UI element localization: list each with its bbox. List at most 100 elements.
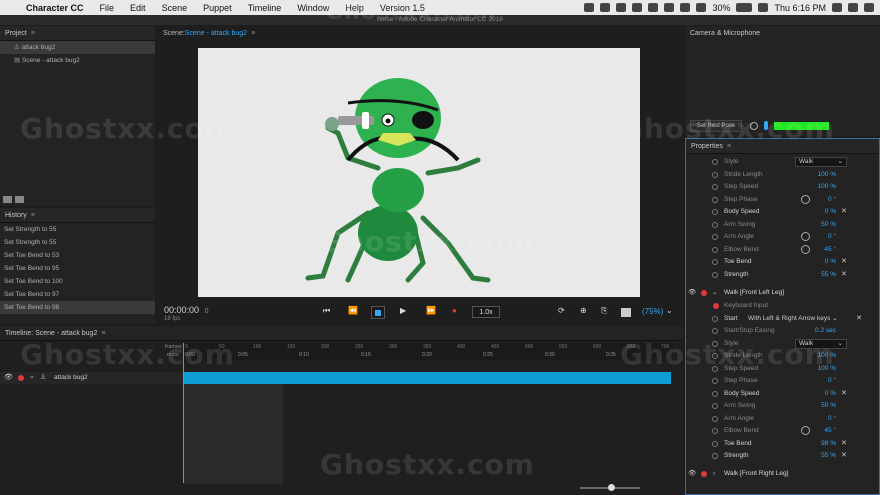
history-item[interactable]: Set Strength to 55 [0,236,155,249]
keyframe-toggle-icon[interactable] [712,259,718,265]
export-icon[interactable]: ⎘ [601,306,607,316]
prop-value[interactable]: 98 % [776,438,836,450]
project-panel-title[interactable]: Project ≡ [0,26,155,41]
stop-button[interactable] [371,306,385,319]
prop-value[interactable]: 55 % [776,269,836,281]
playback-speed[interactable]: 1.0x [472,306,500,318]
panel-menu-icon[interactable]: ≡ [31,212,35,219]
new-scene-icon[interactable] [3,196,12,203]
keyframe-toggle-icon[interactable] [712,209,718,215]
behavior-walk-front-left[interactable]: 👁 ⌄ Walk [Front Left Leg] [686,287,876,300]
prop-value[interactable]: 0 ° [776,194,836,206]
eye-icon[interactable]: 👁 [4,373,13,381]
close-icon[interactable]: ✕ [841,206,847,218]
zoom-dropdown-icon[interactable]: ⌄ [666,306,673,315]
prop-value[interactable]: 45 ° [776,425,836,437]
history-item[interactable]: Set Strength to 55 [0,223,155,236]
keyframe-toggle-icon[interactable] [712,159,718,165]
close-icon[interactable]: ✕ [841,256,847,268]
keyframe-toggle-icon[interactable] [712,221,718,228]
keyframe-toggle-icon[interactable] [712,378,718,384]
step-back-button[interactable]: ⏪ [348,306,358,315]
keyframe-toggle-icon[interactable] [712,415,718,422]
keyframe-toggle-icon[interactable] [712,271,718,278]
screenflow-icon[interactable] [648,3,659,12]
record-arm-icon[interactable] [701,290,707,296]
keyframe-toggle-icon[interactable] [712,390,718,397]
zoom-slider[interactable] [580,484,640,491]
close-icon[interactable]: ✕ [841,388,847,400]
close-icon[interactable]: ✕ [841,269,847,281]
prop-value[interactable]: 100 % [776,363,836,375]
keyframe-toggle-icon[interactable] [712,340,718,347]
prop-value[interactable]: 0 % [776,256,836,268]
prop-value[interactable]: 0 ° [776,375,836,387]
properties-panel-title[interactable]: Properties ≡ [686,139,879,154]
keyframe-toggle-icon[interactable] [712,365,718,372]
clock[interactable]: Thu 6:16 PM [774,3,826,13]
playhead[interactable] [183,343,184,483]
history-item[interactable]: Set Toe Bend to 100 [0,275,155,288]
prop-value[interactable]: 0 % [776,206,836,218]
track-row[interactable]: 👁 ⌄ ♙ attack bug2 [0,372,183,384]
creative-cloud-icon[interactable] [632,3,643,12]
go-to-start-button[interactable]: ⏮ [323,306,330,316]
prop-value[interactable]: 0 ° [776,231,836,243]
sync-icon[interactable]: ⊕ [580,306,587,315]
style-dropdown-2[interactable]: Walk ⌄ [795,338,847,349]
eye-icon[interactable]: 👁 [688,468,696,480]
keyframe-toggle-icon[interactable] [712,315,718,322]
keyframe-toggle-icon[interactable] [712,428,718,434]
prop-value[interactable]: 0.2 sec [776,325,836,337]
close-icon[interactable]: ✕ [841,438,847,450]
keyframe-toggle-icon[interactable] [712,184,718,190]
prop-value[interactable]: 50 % [776,219,836,231]
behavior-walk-front-right[interactable]: 👁 › Walk [Front Right Leg] [686,468,876,481]
history-item[interactable]: Set Toe Bend to 95 [0,262,155,275]
zoom-slider-thumb[interactable] [608,484,615,491]
timeline-ruler[interactable]: 0 50 100 150 200 250 300 350 400 450 500… [183,343,673,361]
bug-character[interactable] [198,48,640,297]
project-item-puppet[interactable]: ♙ attack bug2 [0,41,155,54]
prop-value[interactable]: 45 ° [776,244,836,256]
keyframe-toggle-icon[interactable] [712,403,718,409]
menu-file[interactable]: File [92,3,123,13]
keyframe-toggle-icon[interactable] [712,353,718,359]
menu-puppet[interactable]: Puppet [195,3,240,13]
close-icon[interactable]: ✕ [841,450,847,462]
background-icon[interactable] [621,308,631,317]
volume-icon[interactable] [696,3,707,12]
menu-timeline[interactable]: Timeline [240,3,290,13]
app-menu[interactable]: Character CC [22,3,92,13]
chevron-right-icon[interactable]: › [713,468,715,480]
history-item[interactable]: Set Toe Bend to 53 [0,249,155,262]
close-icon[interactable]: ✕ [856,313,862,325]
scene-panel-title[interactable]: Scene:Scene - attack bug2 ≡ [157,26,683,41]
keyframe-toggle-icon[interactable] [712,246,718,253]
evernote-icon[interactable] [600,3,611,12]
prop-value[interactable]: 0 % [776,388,836,400]
project-item-scene[interactable]: ▤ Scene - attack bug2 [0,54,155,67]
menu-help[interactable]: Help [337,3,372,13]
eye-icon[interactable]: 👁 [688,287,696,299]
menu-scene[interactable]: Scene [154,3,196,13]
siri-icon[interactable] [848,3,858,12]
wifi-icon[interactable] [680,3,691,12]
menu-version[interactable]: Version 1.5 [372,3,433,13]
prop-value[interactable]: 0 ° [776,413,836,425]
keyframe-toggle-icon[interactable] [712,440,718,447]
battery-icon[interactable] [736,3,753,12]
prop-value[interactable]: 50 % [776,400,836,412]
spotlight-icon[interactable] [832,3,842,12]
panel-menu-icon[interactable]: ≡ [101,330,105,337]
start-dropdown[interactable]: With Left & Right Arrow keys ⌄ [748,313,838,325]
zoom-level[interactable]: (75%) [642,307,663,316]
record-arm-icon[interactable] [701,471,707,477]
notification-center-icon[interactable] [864,3,874,12]
record-button[interactable]: ● [452,306,457,315]
keyframe-toggle-icon[interactable] [712,196,718,203]
camera-panel-title[interactable]: Camera & Microphone [685,26,880,41]
dropbox-icon[interactable] [584,3,595,12]
menu-edit[interactable]: Edit [122,3,154,13]
record-arm-icon[interactable] [18,375,24,381]
